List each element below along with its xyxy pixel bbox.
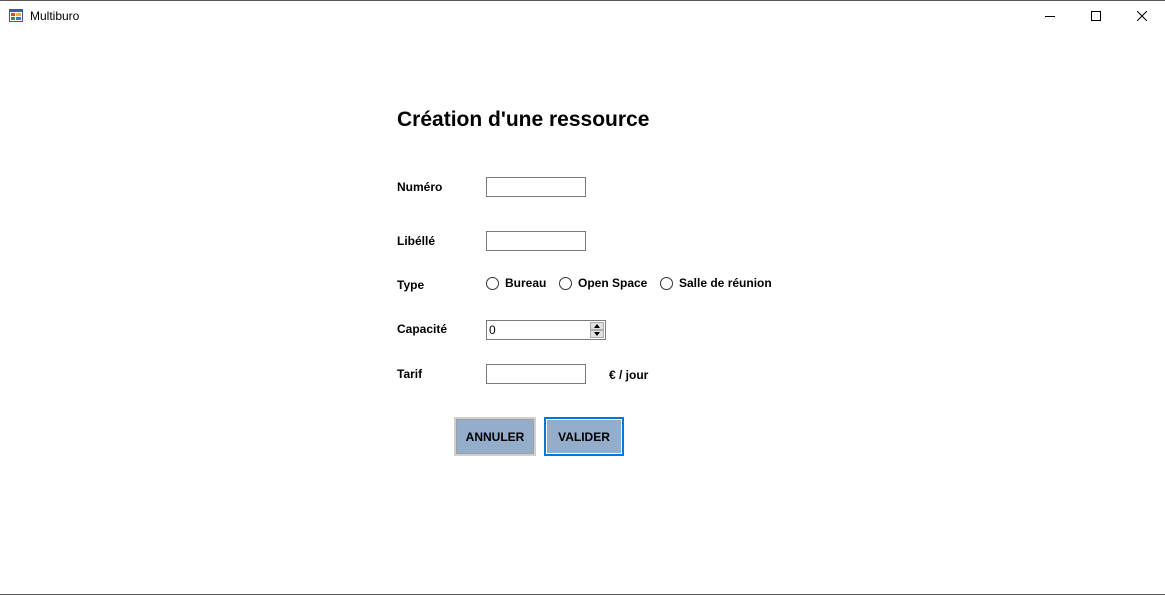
minimize-button[interactable] — [1027, 1, 1073, 31]
tarif-input[interactable] — [486, 364, 586, 384]
window-title: Multiburo — [30, 9, 80, 23]
numero-input[interactable] — [486, 177, 586, 197]
tarif-label: Tarif — [397, 367, 423, 381]
radio-button-icon — [559, 276, 572, 290]
capacite-value[interactable]: 0 — [489, 323, 496, 337]
radio-button-icon — [660, 276, 673, 290]
radio-bureau-label: Bureau — [505, 276, 547, 290]
numero-label: Numéro — [397, 180, 443, 194]
radio-open-space-label: Open Space — [578, 276, 648, 290]
capacite-label: Capacité — [397, 322, 448, 336]
form-title: Création d'une ressource — [397, 108, 650, 131]
minimize-icon — [1045, 16, 1055, 17]
app-icon — [9, 9, 23, 22]
radio-button-icon — [486, 276, 499, 290]
close-icon — [1137, 11, 1147, 21]
radio-bureau[interactable]: Bureau — [486, 275, 546, 291]
tarif-unit: € / jour — [609, 368, 649, 382]
radio-salle-de-reunion-label: Salle de réunion — [679, 276, 772, 290]
libelle-input[interactable] — [486, 231, 586, 251]
maximize-icon — [1091, 11, 1101, 21]
app-window: Multiburo Création d'une ressource Numér… — [0, 0, 1165, 595]
libelle-label: Libéllé — [397, 234, 436, 248]
capacite-stepper[interactable]: 0 — [486, 320, 606, 340]
chevron-down-icon — [594, 332, 600, 336]
radio-open-space[interactable]: Open Space — [559, 275, 647, 291]
radio-salle-de-reunion[interactable]: Salle de réunion — [660, 275, 772, 291]
chevron-up-icon — [594, 324, 600, 328]
type-label: Type — [397, 278, 425, 292]
maximize-button[interactable] — [1073, 1, 1119, 31]
stepper-up-button[interactable] — [590, 322, 604, 330]
title-bar: Multiburo — [0, 1, 1165, 31]
submit-button[interactable]: VALIDER — [544, 417, 624, 456]
stepper-buttons — [590, 322, 604, 338]
stepper-down-button[interactable] — [590, 330, 604, 338]
close-button[interactable] — [1119, 1, 1165, 31]
cancel-button[interactable]: ANNULER — [454, 417, 536, 456]
